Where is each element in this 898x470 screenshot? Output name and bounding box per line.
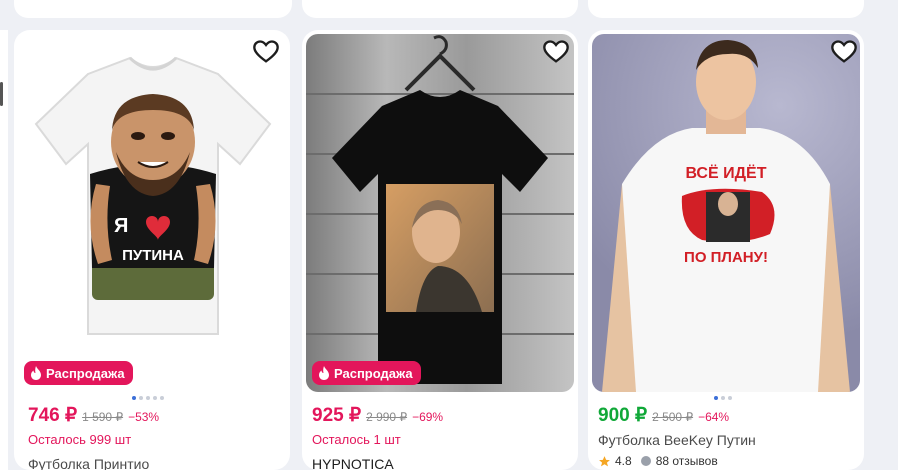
heart-icon[interactable]	[252, 38, 280, 66]
old-price: 1 590 ₽	[82, 410, 124, 424]
price-row: 925 ₽ 2 990 ₽ −69%	[312, 404, 443, 427]
product-image[interactable]: ВСЁ ИДЁТ ПО ПЛАНУ!	[592, 34, 860, 392]
previous-row-card[interactable]	[302, 0, 578, 18]
shirt-print-text: ПУТИНА	[122, 247, 184, 264]
stock-left-text: Осталось 1 шт	[312, 432, 401, 447]
discount-percent: −53%	[128, 410, 160, 424]
fire-icon	[319, 366, 329, 380]
tshirt-kadyrov-illustration: Я ПУТИНА	[34, 56, 272, 335]
price-row: 746 ₽ 1 590 ₽ −53%	[28, 404, 159, 427]
price-row: 900 ₽ 2 500 ₽ −64%	[598, 404, 729, 427]
product-title[interactable]: HYPNOTICA	[312, 456, 394, 470]
product-title[interactable]: Футболка Принтио	[28, 456, 149, 470]
heart-icon[interactable]	[830, 38, 858, 66]
shirt-print-text: ПО ПЛАНУ!	[684, 249, 768, 266]
shirt-print-text: ВСЁ ИДЁТ	[685, 164, 766, 182]
current-price: 746 ₽	[28, 405, 78, 426]
tshirt-portrait-illustration	[306, 35, 574, 384]
previous-row-card[interactable]	[14, 0, 292, 18]
old-price: 2 990 ₽	[366, 410, 408, 424]
fire-icon	[31, 366, 41, 380]
star-icon	[599, 455, 610, 466]
product-card[interactable]: Распродажа 925 ₽ 2 990 ₽ −69% Осталось 1…	[302, 30, 578, 470]
shirt-print-text: Я	[114, 215, 128, 237]
comment-icon	[640, 456, 651, 466]
image-carousel-dots[interactable]	[714, 396, 732, 400]
discount-percent: −69%	[412, 410, 444, 424]
tshirt-model-illustration: ВСЁ ИДЁТ ПО ПЛАНУ!	[602, 40, 850, 392]
sale-badge: Распродажа	[312, 361, 421, 385]
product-card[interactable]: Я ПУТИНА Распродажа 746 ₽ 1 590 ₽ −53% О…	[14, 30, 290, 470]
product-image[interactable]: Я ПУТИНА	[18, 34, 288, 392]
stock-left-text: Осталось 999 шт	[28, 432, 132, 447]
old-price: 2 500 ₽	[652, 410, 694, 424]
product-card[interactable]: ВСЁ ИДЁТ ПО ПЛАНУ! 900 ₽ 2 500 ₽ −64% Фу…	[588, 30, 864, 470]
reviews-count: 88 отзывов	[655, 454, 718, 468]
discount-percent: −64%	[698, 410, 730, 424]
product-title[interactable]: Футболка BeeKey Путин	[598, 432, 756, 448]
product-image[interactable]	[306, 34, 574, 392]
sale-badge-label: Распродажа	[46, 365, 125, 381]
left-edge-panel	[0, 30, 8, 470]
current-price: 900 ₽	[598, 405, 648, 426]
current-price: 925 ₽	[312, 405, 362, 426]
heart-icon[interactable]	[542, 38, 570, 66]
sale-badge: Распродажа	[24, 361, 133, 385]
image-carousel-dots[interactable]	[132, 396, 164, 400]
rating-value: 4.8	[615, 454, 632, 468]
previous-row-card[interactable]	[588, 0, 864, 18]
sale-badge-label: Распродажа	[334, 365, 413, 381]
rating-row[interactable]: 4.8 88 отзывов	[598, 454, 718, 468]
